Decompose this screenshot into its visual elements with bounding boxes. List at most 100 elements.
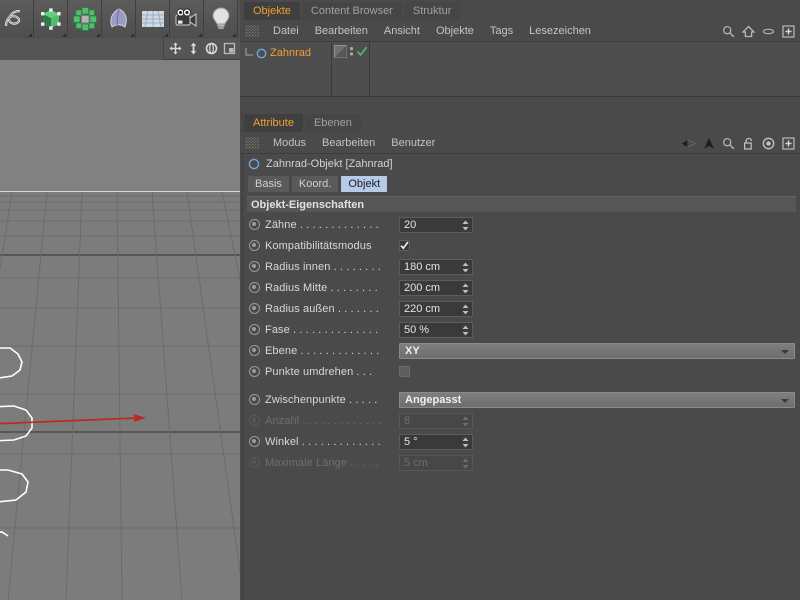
- animate-keyframe-icon[interactable]: [249, 240, 260, 251]
- animate-keyframe-icon[interactable]: [249, 345, 260, 356]
- search-icon[interactable]: [721, 136, 736, 151]
- attribute-manager-icons: [681, 132, 796, 154]
- menu-modus[interactable]: Modus: [265, 132, 314, 154]
- back-arrow-icon[interactable]: [681, 136, 696, 151]
- property-row: Kompatibilitätsmodus: [240, 235, 800, 256]
- visibility-dots-icon[interactable]: [348, 45, 355, 58]
- menu-bearbeiten[interactable]: Bearbeiten: [314, 132, 383, 154]
- dolly-view-icon[interactable]: [184, 39, 202, 59]
- up-arrow-icon[interactable]: [701, 136, 716, 151]
- number-input[interactable]: 180 cm: [399, 258, 473, 275]
- number-input[interactable]: 220 cm: [399, 300, 473, 317]
- spinner-arrows-icon[interactable]: [462, 325, 469, 336]
- object-tree[interactable]: Zahnrad: [240, 42, 800, 97]
- animate-keyframe-icon[interactable]: [249, 324, 260, 335]
- number-value: 180 cm: [404, 260, 441, 273]
- menu-ansicht[interactable]: Ansicht: [376, 20, 428, 42]
- camera-button[interactable]: [170, 0, 204, 38]
- spline-tool-button[interactable]: [0, 0, 34, 38]
- home-icon[interactable]: [741, 24, 756, 39]
- spinner-arrows-icon[interactable]: [462, 437, 469, 448]
- object-name-label: Zahnrad: [270, 47, 311, 59]
- target-icon[interactable]: [761, 136, 776, 151]
- x-axis-gizmo: [0, 414, 146, 425]
- animate-keyframe-icon[interactable]: [249, 282, 260, 293]
- pan-view-icon[interactable]: [166, 39, 184, 59]
- floor-scene-button[interactable]: [136, 0, 170, 38]
- number-input[interactable]: 20: [399, 216, 473, 233]
- tab-koord[interactable]: Koord.: [291, 175, 339, 192]
- panel-grip-icon[interactable]: [245, 24, 259, 37]
- property-row: Radius Mitte . . . . . . . . 200 cm: [240, 277, 800, 298]
- object-manager-icons: [721, 20, 796, 42]
- deformer-button[interactable]: [102, 0, 136, 38]
- perspective-viewport[interactable]: [0, 60, 240, 600]
- tab-ebenen[interactable]: Ebenen: [304, 114, 361, 132]
- check-icon: [400, 241, 409, 250]
- viewport-nav-toolbar: [163, 38, 240, 60]
- tab-attribute[interactable]: Attribute: [244, 114, 303, 132]
- animate-keyframe-icon[interactable]: [249, 219, 260, 230]
- tab-objekt[interactable]: Objekt: [341, 175, 388, 192]
- chevron-down-icon: [781, 398, 789, 403]
- spinner-arrows-icon[interactable]: [462, 262, 469, 273]
- animate-keyframe-icon[interactable]: [249, 394, 260, 405]
- property-list: Zähne . . . . . . . . . . . . . 20 Kompati…: [240, 214, 800, 473]
- number-value: 50 %: [404, 323, 430, 336]
- spinner-arrows-icon[interactable]: [462, 304, 469, 315]
- dropdown-select[interactable]: XY: [399, 342, 795, 359]
- viewport-column: [0, 0, 240, 600]
- tab-struktur[interactable]: Struktur: [403, 2, 461, 20]
- panel-grip-icon[interactable]: [245, 136, 259, 149]
- tab-content-browser[interactable]: Content Browser: [301, 2, 402, 20]
- search-icon[interactable]: [721, 24, 736, 39]
- property-row: Punkte umdrehen . . .: [240, 361, 800, 382]
- checkbox-input[interactable]: [399, 366, 410, 377]
- property-label: Radius außen . . . . . . .: [265, 302, 379, 315]
- number-input[interactable]: 200 cm: [399, 279, 473, 296]
- menu-datei[interactable]: Datei: [265, 20, 307, 42]
- property-label: Zwischenpunkte . . . . .: [265, 393, 378, 406]
- menu-bearbeiten[interactable]: Bearbeiten: [307, 20, 376, 42]
- number-value: 200 cm: [404, 281, 441, 294]
- plus-box-icon[interactable]: [781, 24, 796, 39]
- plus-box-icon[interactable]: [781, 136, 796, 151]
- enabled-check-icon[interactable]: [356, 45, 368, 58]
- property-row: Winkel . . . . . . . . . . . . . 5 °: [240, 431, 800, 452]
- light-button[interactable]: [204, 0, 238, 38]
- cube-primitive-button[interactable]: [34, 0, 68, 38]
- rotate-view-icon[interactable]: [202, 39, 220, 59]
- eye-icon[interactable]: [761, 24, 776, 39]
- spline-circle-icon: [248, 158, 260, 170]
- animate-keyframe-icon[interactable]: [249, 366, 260, 377]
- property-label: Radius innen . . . . . . . .: [265, 260, 381, 273]
- tab-objekte[interactable]: Objekte: [244, 2, 300, 20]
- spinner-arrows-icon[interactable]: [462, 458, 469, 469]
- menu-objekte[interactable]: Objekte: [428, 20, 482, 42]
- display-tag-icon[interactable]: [334, 45, 347, 58]
- group-header-object-properties: Objekt-Eigenschaften: [247, 196, 796, 212]
- checkbox-input[interactable]: [399, 240, 410, 251]
- object-manager-menubar: Datei Bearbeiten Ansicht Objekte Tags Le…: [240, 20, 800, 42]
- dropdown-value: XY: [405, 344, 420, 357]
- object-row-zahnrad[interactable]: Zahnrad: [240, 45, 331, 61]
- lock-open-icon[interactable]: [741, 136, 756, 151]
- animate-keyframe-icon[interactable]: [249, 436, 260, 447]
- tab-basis[interactable]: Basis: [248, 175, 289, 192]
- animate-keyframe-icon[interactable]: [249, 261, 260, 272]
- number-input[interactable]: 50 %: [399, 321, 473, 338]
- spinner-arrows-icon[interactable]: [462, 220, 469, 231]
- spinner-arrows-icon[interactable]: [462, 283, 469, 294]
- menu-lesezeichen[interactable]: Lesezeichen: [521, 20, 599, 42]
- animate-keyframe-icon[interactable]: [249, 303, 260, 314]
- maximize-view-icon[interactable]: [220, 39, 238, 59]
- primitives-toolbar: [0, 0, 240, 38]
- number-value: 5 cm: [404, 456, 428, 469]
- menu-benutzer[interactable]: Benutzer: [383, 132, 443, 154]
- generator-button[interactable]: [68, 0, 102, 38]
- object-empty-column: [370, 42, 800, 96]
- menu-tags[interactable]: Tags: [482, 20, 521, 42]
- spinner-arrows-icon[interactable]: [462, 416, 469, 427]
- dropdown-select[interactable]: Angepasst: [399, 391, 795, 408]
- number-input[interactable]: 5 °: [399, 433, 473, 450]
